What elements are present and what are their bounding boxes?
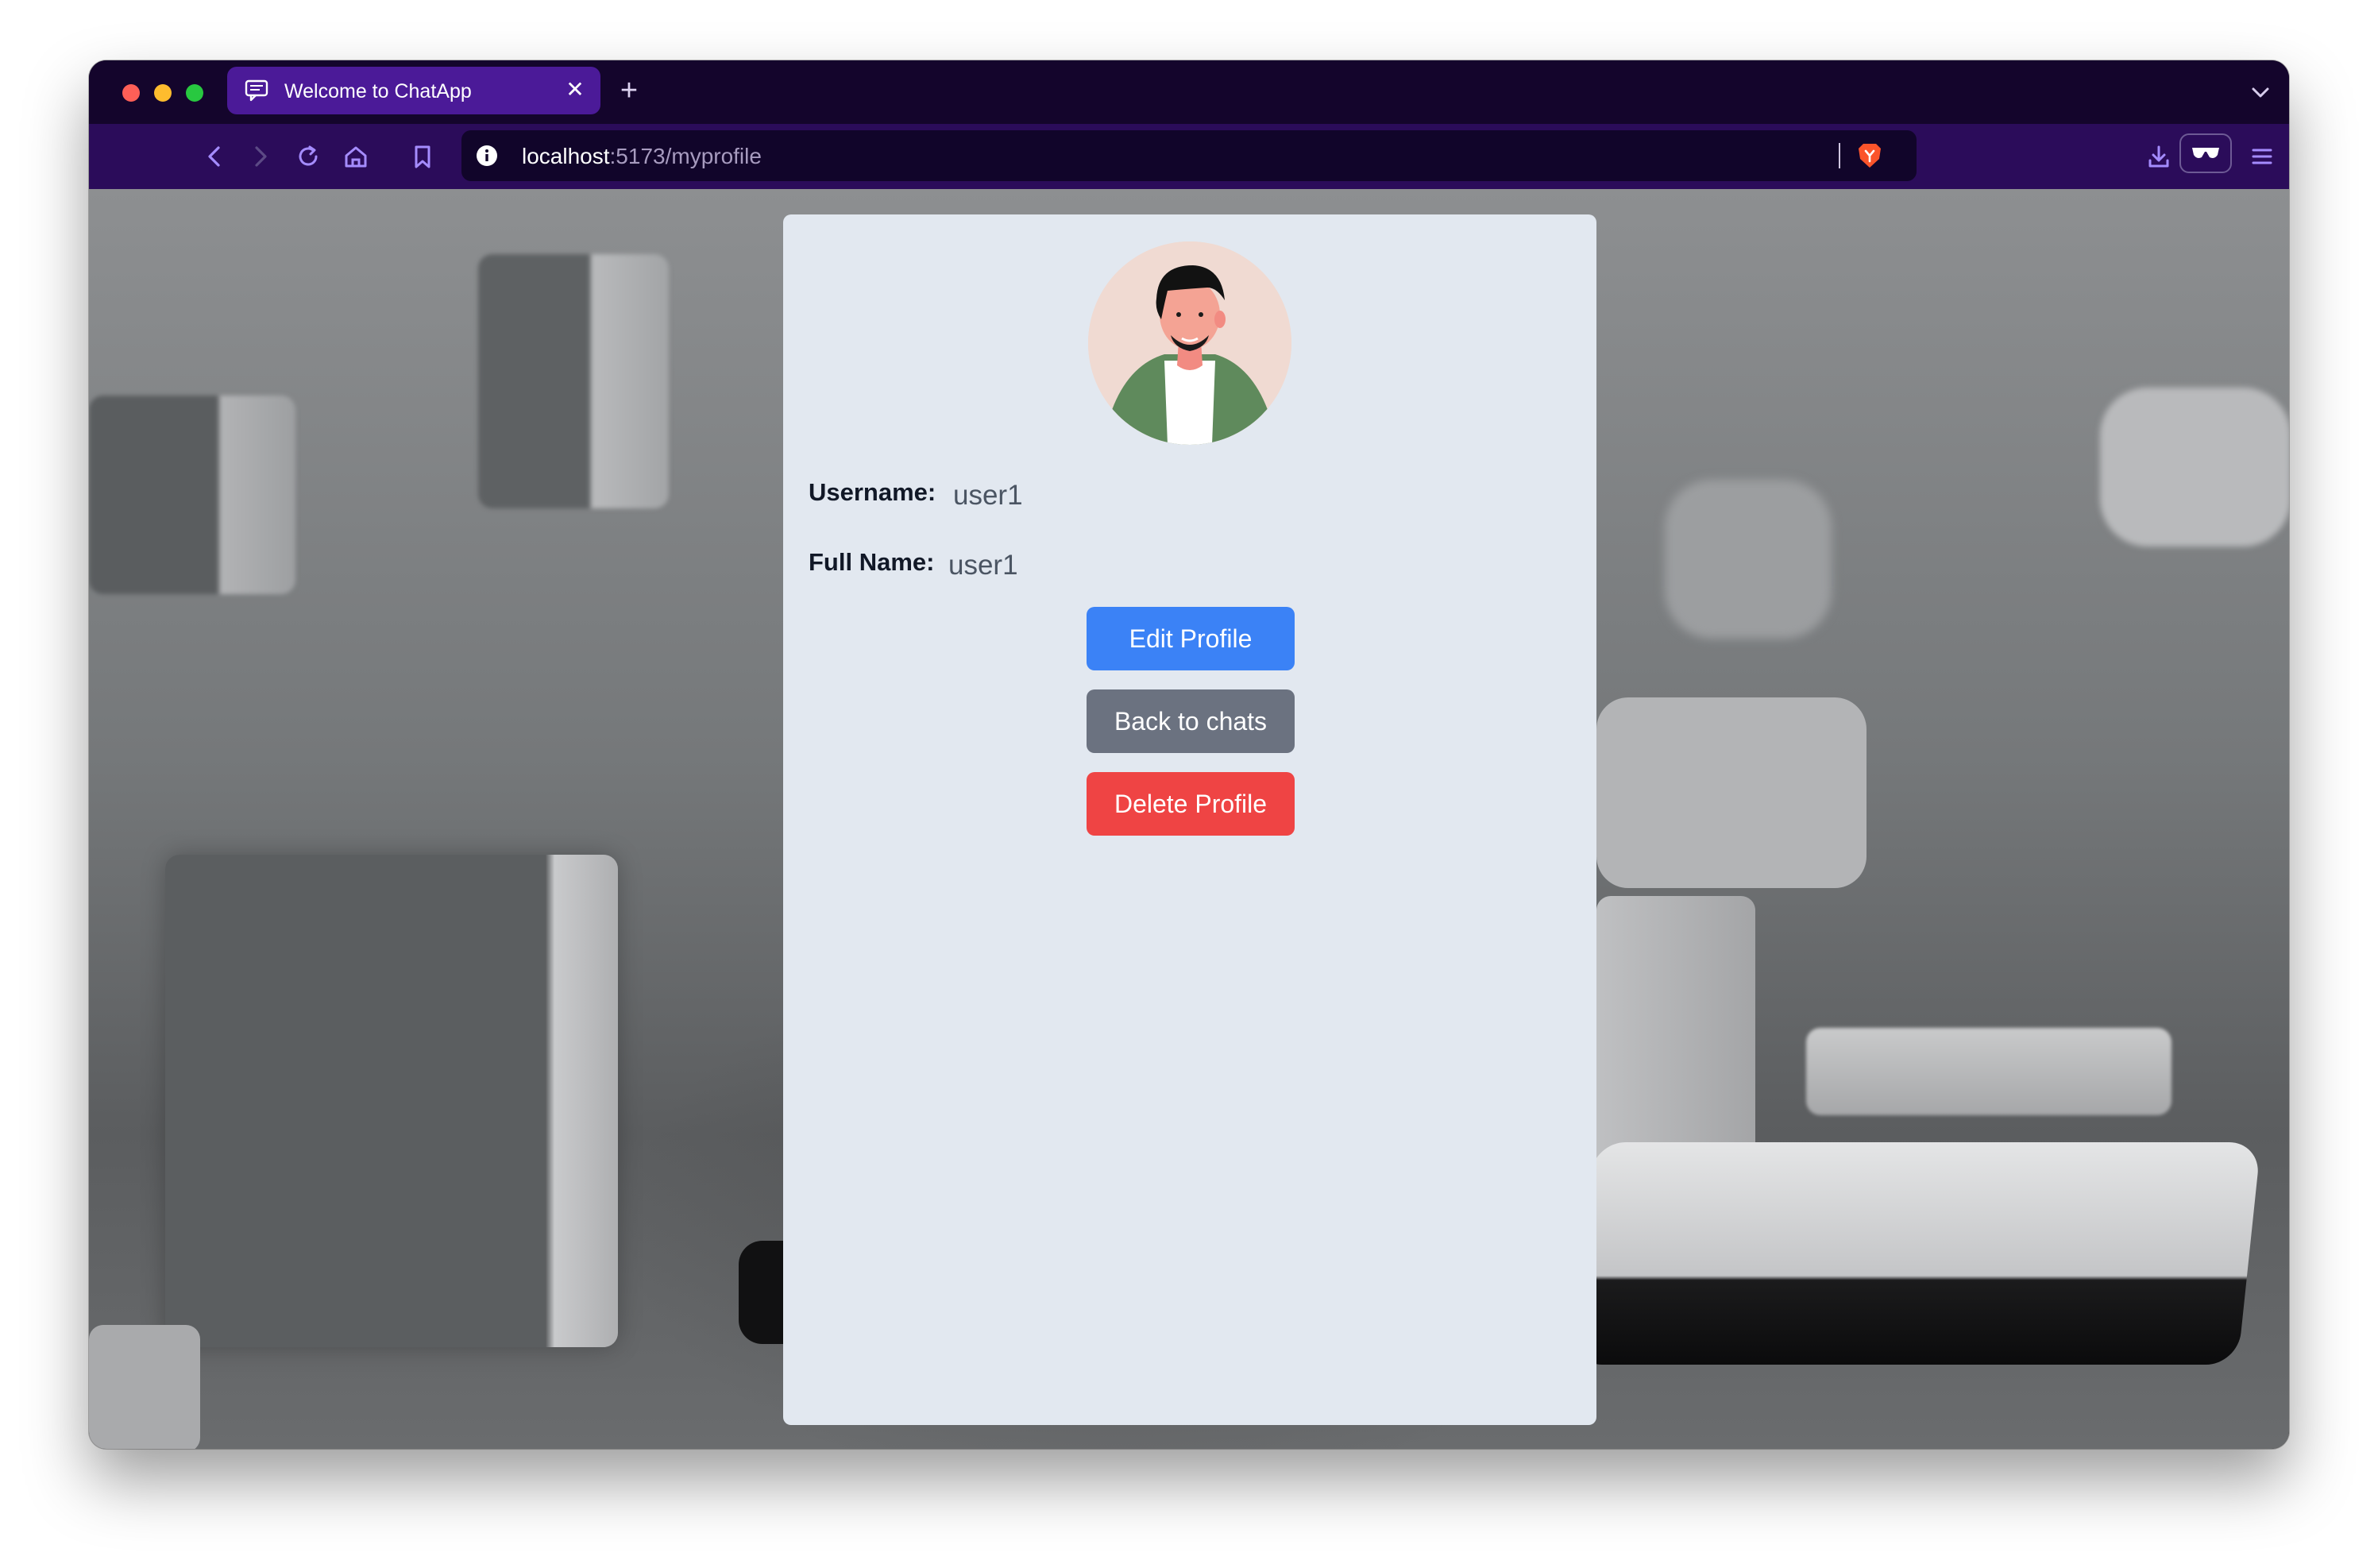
chevron-down-icon[interactable] [2246,78,2275,106]
home-icon[interactable] [340,141,372,172]
plus-icon[interactable]: + [613,75,645,106]
background-cube [165,855,618,1347]
reload-icon[interactable] [292,141,324,172]
url-path: :5173/myprofile [609,144,762,168]
profile-card: Username: user1 Full Name: user1 Edit Pr… [783,214,1596,1425]
reader-mode-button[interactable] [2179,133,2232,173]
forward-icon[interactable] [245,141,276,172]
fullname-label: Full Name: [809,548,935,576]
tab-chatapp[interactable]: Welcome to ChatApp ✕ [227,67,600,114]
address-bar[interactable]: localhost:5173/myprofile [461,130,1917,181]
urlbar-divider [1839,143,1840,168]
back-icon[interactable] [199,141,230,172]
background-speech-bubble [1665,480,1832,639]
avatar [1088,241,1291,445]
background-cube [89,1325,200,1449]
background-phone [1570,1142,2261,1365]
window-minimize-button[interactable] [154,84,172,102]
page-viewport: Username: user1 Full Name: user1 Edit Pr… [89,189,2289,1449]
fullname-value: user1 [948,550,1018,581]
background-speech-bubble [1596,697,1866,888]
tab-strip: Welcome to ChatApp ✕ + [89,60,2289,124]
username-label: Username: [809,478,936,506]
delete-profile-button[interactable]: Delete Profile [1087,772,1295,836]
reader-glasses-icon [2192,148,2219,158]
menu-icon[interactable] [2246,141,2278,172]
window-maximize-button[interactable] [186,84,203,102]
browser-window: Welcome to ChatApp ✕ + localhost:5173/my… [89,60,2289,1449]
background-cube [478,254,669,508]
background-cube [1806,1028,2171,1115]
brave-shield-icon[interactable] [1856,141,1883,170]
window-close-button[interactable] [122,84,140,102]
back-to-chats-button[interactable]: Back to chats [1087,689,1295,753]
download-icon[interactable] [2143,141,2175,172]
background-speech-bubble [2100,388,2289,546]
close-icon[interactable]: ✕ [562,77,588,102]
bookmark-icon[interactable] [407,141,438,172]
url-text[interactable]: localhost:5173/myprofile [522,144,762,169]
edit-profile-button[interactable]: Edit Profile [1087,607,1295,670]
info-icon[interactable] [476,145,498,167]
chat-favicon-icon [245,79,268,102]
tab-title: Welcome to ChatApp [284,80,472,102]
navigation-toolbar: localhost:5173/myprofile [89,124,2289,189]
username-value: user1 [953,480,1023,511]
url-host: localhost [522,144,610,168]
background-cube [89,396,295,594]
avatar-illustration [1088,241,1291,445]
